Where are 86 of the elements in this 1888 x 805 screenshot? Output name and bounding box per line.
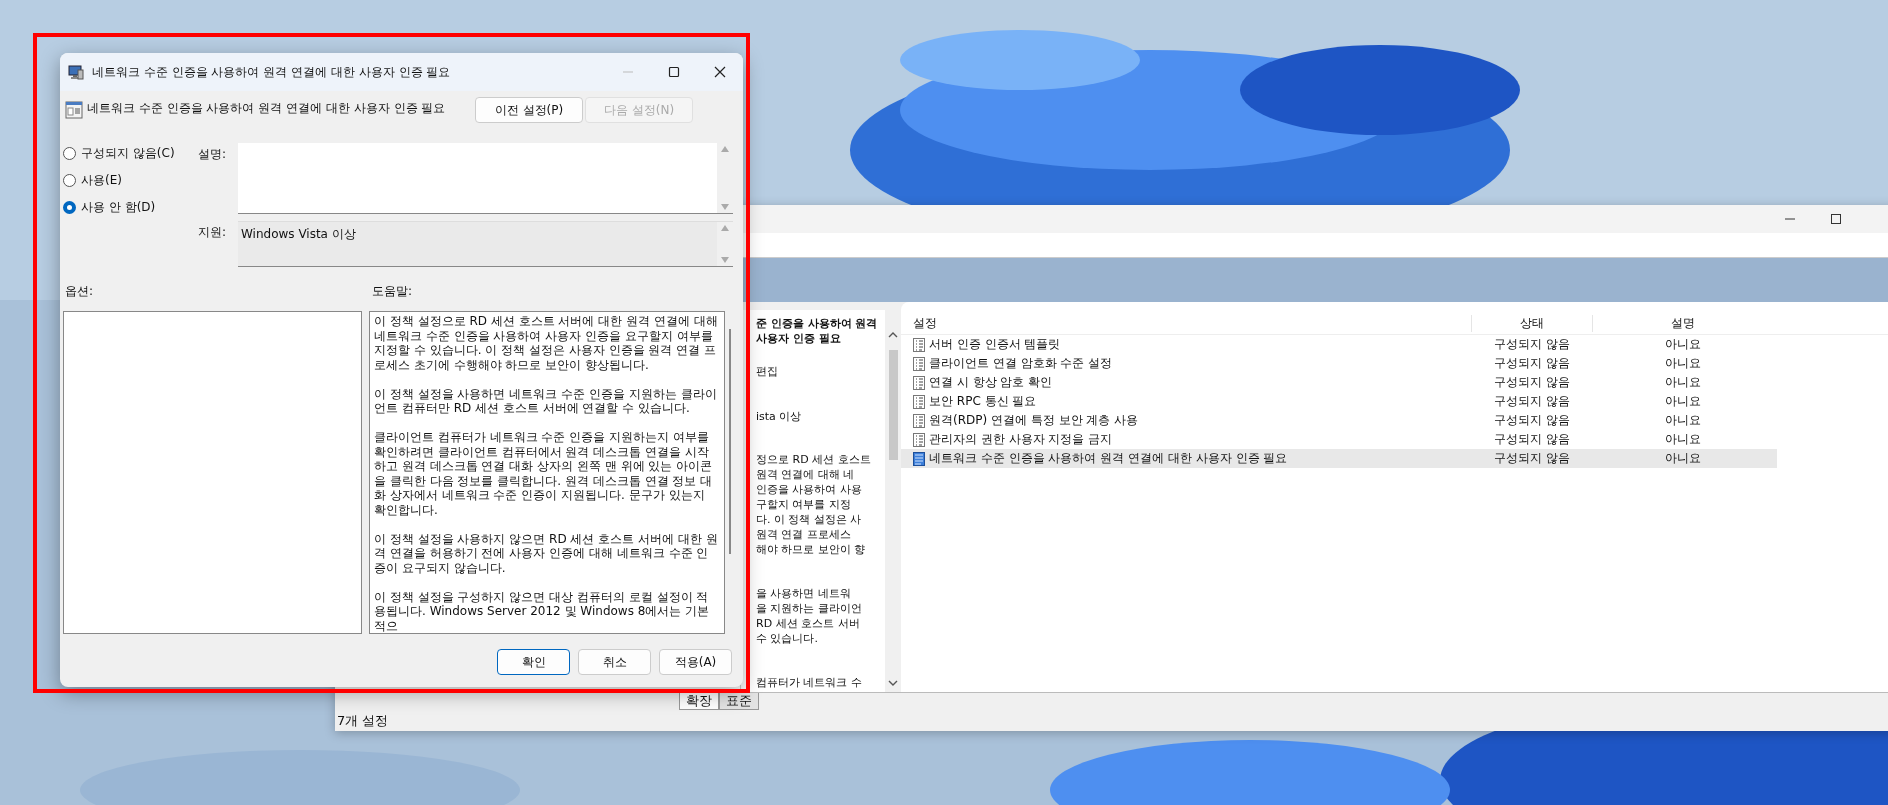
policy-icon [913, 337, 925, 352]
description-text: 컴퓨터가 네트워크 수 [756, 675, 862, 690]
table-cell-text: 구성되지 않음 [1493, 412, 1571, 429]
view-tab[interactable]: 확장 [679, 693, 719, 710]
policy-icon [913, 375, 925, 390]
description-text: 원격 연결 프로세스 [756, 527, 852, 542]
policy-icon [913, 413, 925, 428]
table-cell-text: 원격(RDP) 연결에 특정 보안 계층 사용 [929, 412, 1139, 429]
dialog-button[interactable]: 확인 [497, 649, 570, 675]
help-paragraph: 이 정책 설정을 사용하지 않으면 RD 세션 호스트 서버에 대한 원격 연결을 허용하기 전에 사용자 인증에 대해 네트워크 수준 인증이 요구되지 않습니다. [374, 531, 719, 575]
radio-option[interactable]: 구성되지 않음(C) [63, 145, 198, 161]
table-cell-text: 구성되지 않음 [1493, 336, 1571, 353]
table-cell-text: 구성되지 않음 [1493, 355, 1571, 372]
description-text: 을 사용하면 네트워 [756, 586, 852, 601]
table-cell-text: 관리자의 권한 사용자 지정을 금지 [929, 431, 1113, 448]
support-field: Windows Vista 이상 [238, 221, 733, 267]
description-text: 원격 연결에 대해 네 [756, 467, 856, 482]
radio-option[interactable]: 사용(E) [63, 172, 198, 188]
description-text: 해야 하므로 보안이 향 [756, 542, 867, 557]
policy-icon [913, 451, 925, 466]
table-cell-text: 아니요 [1664, 336, 1702, 353]
table-cell-text: 아니요 [1664, 355, 1702, 372]
table-cell-text: 클라이언트 연결 암호화 수준 설정 [929, 355, 1113, 372]
maximize-icon[interactable] [1831, 214, 1841, 224]
scrollbar[interactable] [729, 329, 731, 554]
policy-icon [65, 101, 83, 119]
scrollbar[interactable] [885, 310, 901, 692]
table-cell-text: 아니요 [1664, 374, 1702, 391]
window-title: 네트워크 수준 인증을 사용하여 원격 연결에 대한 사용자 인증 필요 [92, 63, 451, 81]
setting-row[interactable]: 연결 시 항상 암호 확인 구성되지 않음 아니요 [901, 373, 1777, 392]
description-text: 수 있습니다. [756, 631, 819, 646]
table-cell-text: 연결 시 항상 암호 확인 [929, 374, 1053, 391]
close-icon[interactable] [714, 66, 726, 78]
policy-icon [913, 394, 925, 409]
edit-link[interactable]: 편집 [756, 364, 778, 379]
policy-title: 준 인증을 사용하여 원격 [756, 316, 878, 331]
description-text: 인증을 사용하여 사용 [756, 482, 863, 497]
support-label: 지원: [198, 224, 228, 241]
description-text: 정으로 RD 세션 호스트 [756, 452, 871, 467]
scroll-down-icon[interactable] [888, 680, 898, 686]
scroll-up-icon[interactable] [888, 332, 898, 338]
help-label: 도움말: [372, 283, 413, 300]
table-cell-text: 구성되지 않음 [1493, 431, 1571, 448]
table-cell-text: 보안 RPC 통신 필요 [929, 393, 1037, 410]
options-label: 옵션: [64, 283, 95, 300]
setting-row[interactable]: 보안 RPC 통신 필요 구성되지 않음 아니요 [901, 392, 1777, 411]
dialog-button[interactable]: 적용(A) [659, 649, 732, 675]
help-paragraph: 이 정책 설정을 사용하면 네트워크 수준 인증을 지원하는 클라이언트 컴퓨터만 RD 세션 호스트 서버에 연결할 수 있습니다. [374, 386, 718, 416]
description-text: 을 지원하는 클라이언 [756, 601, 862, 616]
help-paragraph: 클라이언트 컴퓨터가 네트워크 수준 인증을 지원하는지 여부를 확인하려면 클라이언트 컴퓨터에서 원격 데스크톱 연결을 시작하고 원격 데스크톱 연결 대화 상자의 왼쪽 맨 위에 있는 아이콘을 클릭한 다음 정보를 클릭합니다. 원격 데스크톱 연결 정보 대화 상자에서 네트워크 수준 인증이 지원됩니다. 문구가 있는지 확인합니다. [374, 430, 714, 517]
column-header[interactable]: 설정 [901, 314, 1471, 332]
description-text: RD 세션 호스트 서버 [756, 616, 861, 631]
setting-nav-button[interactable]: 이전 설정(P) [475, 97, 583, 123]
policy-icon [913, 356, 925, 371]
dialog-button[interactable]: 취소 [578, 649, 651, 675]
table-cell-text: 구성되지 않음 [1493, 393, 1571, 410]
table-cell-text: 네트워크 수준 인증을 사용하여 원격 연결에 대한 사용자 인증 필요 [929, 450, 1288, 467]
description-text: 구할지 여부를 지정 [756, 497, 852, 512]
setting-row[interactable]: 네트워크 수준 인증을 사용하여 원격 연결에 대한 사용자 인증 필요 구성되지 않음 아니요 [901, 449, 1777, 468]
description-text: 다. 이 정책 설정은 사 [756, 512, 863, 527]
table-cell-text: 아니요 [1664, 412, 1702, 429]
view-tab[interactable]: 표준 [719, 693, 759, 710]
support-text: ista 이상 [756, 409, 802, 424]
table-cell-text: 서버 인증 인증서 템플릿 [929, 336, 1061, 353]
help-paragraph: 이 정책 설정으로 RD 세션 호스트 서버에 대한 원격 연결에 대해 네트워크 수준 인증을 사용하여 사용자 인증을 요구할지 여부를 지정할 수 있습니다. 이 정책 설정은 사용자 인증을 원격 연결 프로세스 초기에 수행해야 하므로 보안이 향상됩니다. [374, 314, 719, 372]
policy-heading: 네트워크 수준 인증을 사용하여 원격 연결에 대한 사용자 인증 필요 [87, 100, 447, 117]
setting-row[interactable]: 서버 인증 인증서 템플릿 구성되지 않음 아니요 [901, 335, 1777, 354]
scroll-thumb[interactable] [888, 350, 898, 460]
help-paragraph: 이 정책 설정을 구성하지 않으면 대상 컴퓨터의 로컬 설정이 적용됩니다. Windows Server 2012 및 Windows 8에서는 기본적으 [374, 589, 711, 633]
table-cell-text: 아니요 [1664, 393, 1702, 410]
policy-title: 사용자 인증 필요 [756, 331, 841, 346]
maximize-icon[interactable] [668, 66, 680, 78]
column-header[interactable]: 상태 [1471, 314, 1592, 332]
setting-row[interactable]: 관리자의 권한 사용자 지정을 금지 구성되지 않음 아니요 [901, 430, 1777, 449]
policy-icon [913, 432, 925, 447]
status-text: 7개 설정 [337, 712, 389, 730]
table-cell-text: 아니요 [1664, 450, 1702, 467]
table-cell-text: 구성되지 않음 [1493, 450, 1571, 467]
table-cell-text: 구성되지 않음 [1493, 374, 1571, 391]
radio-option[interactable]: 사용 안 함(D) [63, 199, 198, 215]
computer-icon [68, 64, 84, 80]
comment-label: 설명: [198, 146, 228, 163]
setting-row[interactable]: 클라이언트 연결 암호화 수준 설정 구성되지 않음 아니요 [901, 354, 1777, 373]
table-cell-text: 아니요 [1664, 431, 1702, 448]
column-header[interactable]: 설명 [1592, 314, 1773, 332]
setting-row[interactable]: 원격(RDP) 연결에 특정 보안 계층 사용 구성되지 않음 아니요 [901, 411, 1777, 430]
